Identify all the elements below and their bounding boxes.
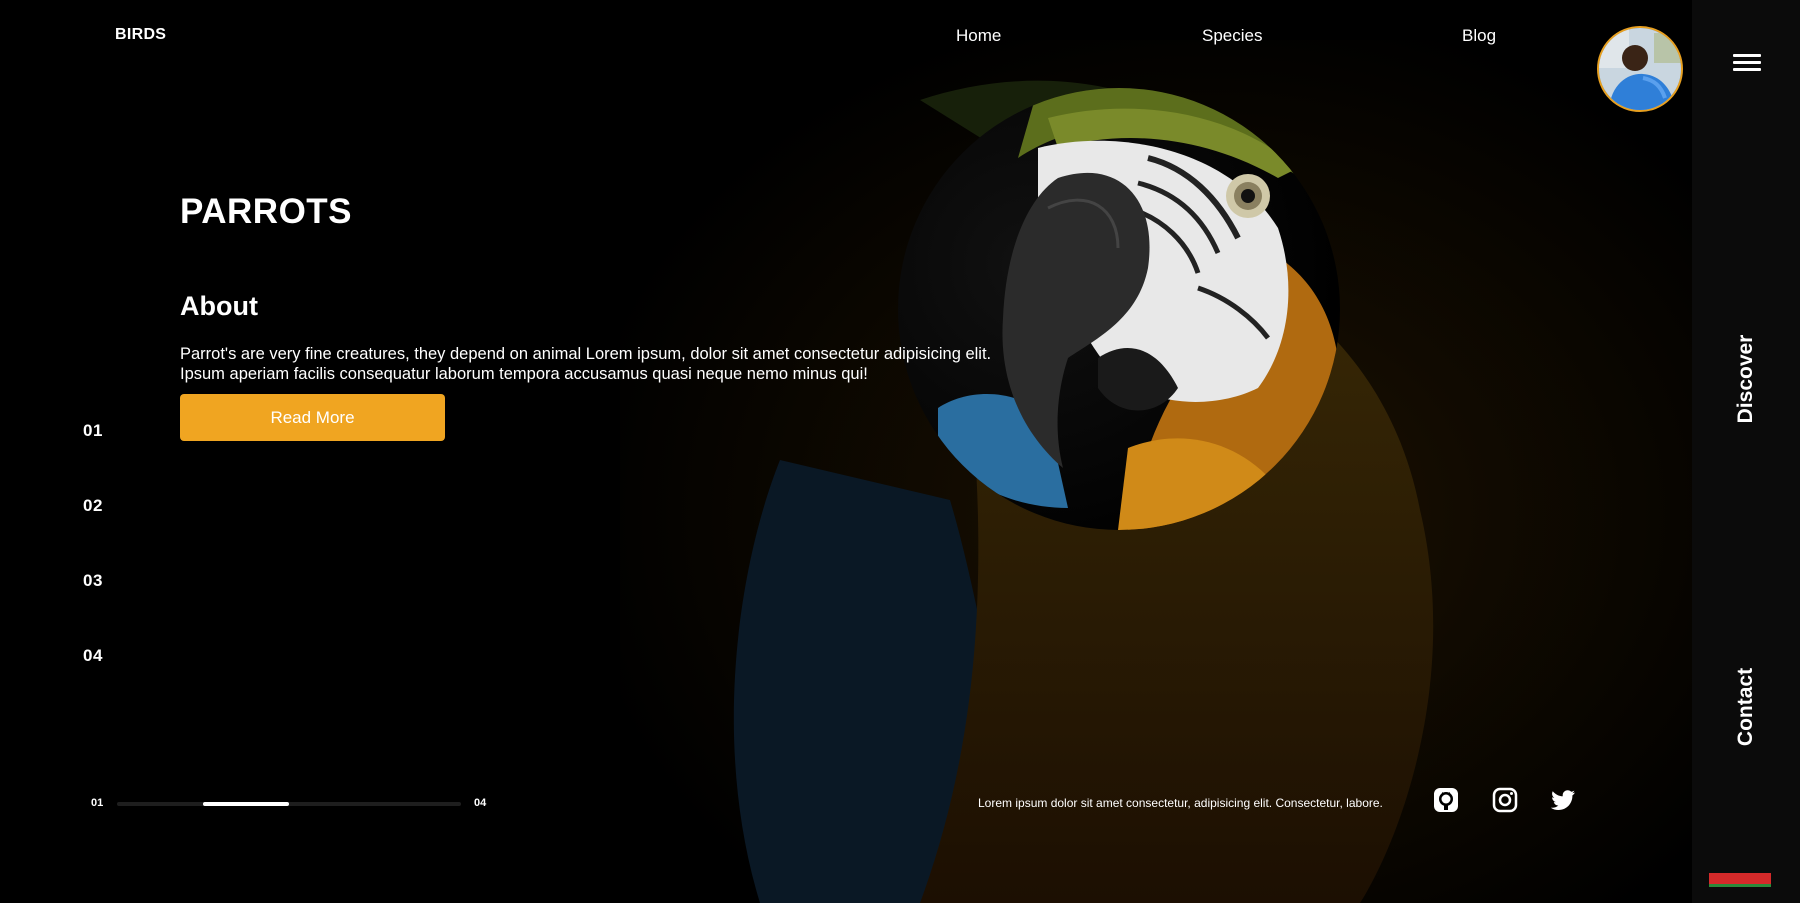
brand-logo[interactable]: BIRDS: [115, 26, 166, 44]
nav-species-link[interactable]: Species: [1202, 26, 1262, 46]
user-avatar[interactable]: [1597, 26, 1683, 112]
hamburger-menu-icon[interactable]: [1733, 54, 1761, 76]
slide-number-01[interactable]: 01: [83, 421, 103, 441]
slide-number-04[interactable]: 04: [83, 646, 103, 666]
hero-stage: [0, 0, 1692, 903]
slide-number-03[interactable]: 03: [83, 571, 103, 591]
slide-number-02[interactable]: 02: [83, 496, 103, 516]
progress-end-label: 04: [474, 797, 487, 809]
about-text-line-1: Parrot's are very fine creatures, they d…: [180, 345, 992, 363]
about-text-line-2: Ipsum aperiam facilis consequatur laboru…: [180, 365, 868, 383]
about-paragraph: Parrot's are very fine creatures, they d…: [180, 344, 1040, 384]
slide-progress-fill: [203, 802, 289, 806]
twitter-icon[interactable]: [1549, 786, 1577, 814]
about-heading: About: [180, 291, 258, 321]
slide-progress-track: [117, 802, 461, 806]
flag-icon: [1709, 873, 1771, 887]
avatar-image: [1599, 28, 1681, 110]
read-more-button[interactable]: Read More: [180, 394, 445, 441]
page-title: PARROTS: [180, 192, 353, 231]
contact-link[interactable]: Contact: [1734, 668, 1758, 746]
footer-text: Lorem ipsum dolor sit amet consectetur, …: [978, 796, 1383, 810]
side-panel: [1692, 0, 1800, 903]
nav-home-link[interactable]: Home: [956, 26, 1001, 46]
progress-start-label: 01: [91, 797, 104, 809]
instagram-icon[interactable]: [1491, 786, 1519, 814]
nav-blog-link[interactable]: Blog: [1462, 26, 1496, 46]
parrot-head-image: [898, 88, 1340, 530]
discover-link[interactable]: Discover: [1734, 335, 1758, 424]
github-icon[interactable]: [1432, 786, 1460, 814]
